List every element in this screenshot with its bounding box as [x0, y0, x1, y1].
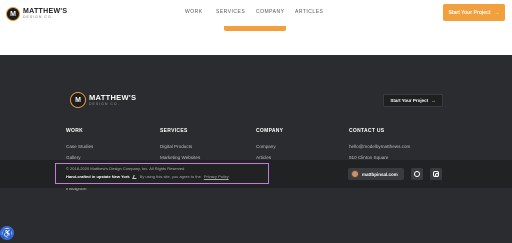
- dribbble-button[interactable]: [411, 168, 423, 180]
- leaf-icon: [131, 174, 138, 179]
- top-navigation-bar: M MATTHEW'S DESIGN CO. WORK SERVICES COM…: [0, 0, 512, 55]
- footer-start-project-button[interactable]: Start Your Project →: [383, 94, 443, 107]
- author-link[interactable]: mattbpinsal.com: [348, 168, 404, 180]
- partial-cta-button[interactable]: [224, 26, 286, 31]
- dribbble-icon: [414, 171, 420, 177]
- author-handle: mattbpinsal.com: [362, 171, 398, 177]
- accessibility-button[interactable]: ♿: [0, 226, 14, 240]
- legal-line: Hand-crafted in upstate New York By usin…: [66, 174, 229, 179]
- instagram-icon: [433, 171, 439, 177]
- contact-email-link[interactable]: hello@modelbymatthews.com: [349, 144, 410, 149]
- link-articles[interactable]: Articles: [256, 155, 283, 160]
- column-title: SERVICES: [160, 128, 188, 134]
- privacy-policy-link[interactable]: Privacy Policy: [204, 174, 229, 179]
- column-title: COMPANY: [256, 128, 284, 134]
- footer-logo[interactable]: M MATTHEW'S DESIGN CO.: [70, 92, 136, 108]
- footer-start-project-label: Start Your Project: [390, 98, 429, 103]
- link-marketing-websites[interactable]: Marketing Websites: [160, 155, 200, 160]
- logo-subtitle: DESIGN CO.: [89, 101, 120, 106]
- logo-name: MATTHEW'S: [89, 93, 137, 102]
- handcrafted-text: Hand-crafted in upstate New York: [66, 174, 130, 179]
- logo-mark-icon: M: [70, 92, 86, 108]
- column-title: CONTACT US: [349, 128, 385, 134]
- logo-subtitle: DESIGN CO.: [23, 15, 54, 20]
- nav-work[interactable]: WORK: [185, 9, 203, 15]
- site-footer: M MATTHEW'S DESIGN CO. Start Your Projec…: [0, 55, 512, 243]
- column-title: WORK: [66, 128, 84, 134]
- contact-address-line1: 910 Clinton Square: [349, 154, 389, 160]
- start-project-label: Start Your Project: [448, 9, 491, 16]
- logo-name: MATTHEW'S: [23, 8, 68, 16]
- accessibility-icon: ♿: [2, 228, 12, 238]
- copyright-text: © 2018-2020 Matthew's Design Company, In…: [66, 166, 185, 171]
- link-company[interactable]: Company: [256, 144, 283, 149]
- nav-company[interactable]: COMPANY: [256, 9, 284, 15]
- logo-mark-icon: M: [6, 7, 20, 21]
- link-digital-products[interactable]: Digital Products: [160, 144, 200, 149]
- avatar: [351, 170, 359, 178]
- header-logo[interactable]: M MATTHEW'S DESIGN CO.: [6, 7, 67, 21]
- nav-articles[interactable]: ARTICLES: [295, 9, 323, 15]
- nav-services[interactable]: SERVICES: [216, 9, 245, 15]
- arrow-right-icon: →: [431, 98, 436, 103]
- start-project-button[interactable]: Start Your Project →: [443, 4, 505, 21]
- link-gallery[interactable]: Gallery: [66, 155, 95, 160]
- arrow-right-icon: →: [494, 9, 500, 16]
- instagram-button[interactable]: [430, 168, 442, 180]
- agree-text: By using this site, you agree to the: [139, 174, 201, 179]
- link-case-studies[interactable]: Case Studies: [66, 144, 95, 149]
